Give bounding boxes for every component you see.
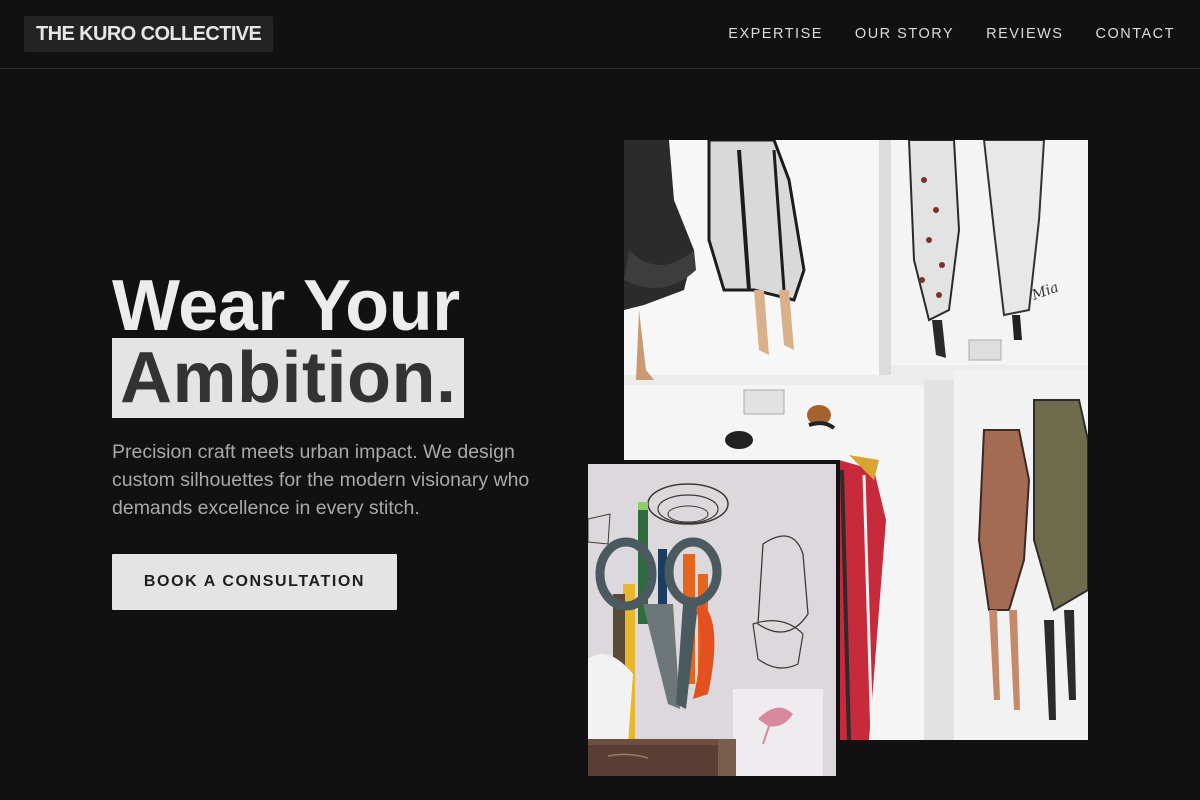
main-nav: EXPERTISE OUR STORY REVIEWS CONTACT xyxy=(728,25,1175,43)
scissors-pencils-photo xyxy=(584,460,840,780)
book-consultation-button[interactable]: BOOK A CONSULTATION xyxy=(112,554,397,610)
hero-title: Wear Your Ambition. xyxy=(112,266,465,418)
nav-link-reviews[interactable]: REVIEWS xyxy=(986,25,1063,43)
nav-link-expertise[interactable]: EXPERTISE xyxy=(728,25,823,43)
hero-title-line1: Wear Your xyxy=(112,266,460,346)
hero-title-line2: Ambition. xyxy=(120,338,457,418)
nav-link-contact[interactable]: CONTACT xyxy=(1095,25,1175,43)
brand-logo[interactable]: THE KURO COLLECTIVE xyxy=(24,16,274,52)
top-navbar: THE KURO COLLECTIVE EXPERTISE OUR STORY … xyxy=(0,0,1200,69)
hero-title-highlight: Ambition. xyxy=(112,338,465,418)
nav-link-our-story[interactable]: OUR STORY xyxy=(855,25,954,43)
hero-description: Precision craft meets urban impact. We d… xyxy=(112,441,530,519)
